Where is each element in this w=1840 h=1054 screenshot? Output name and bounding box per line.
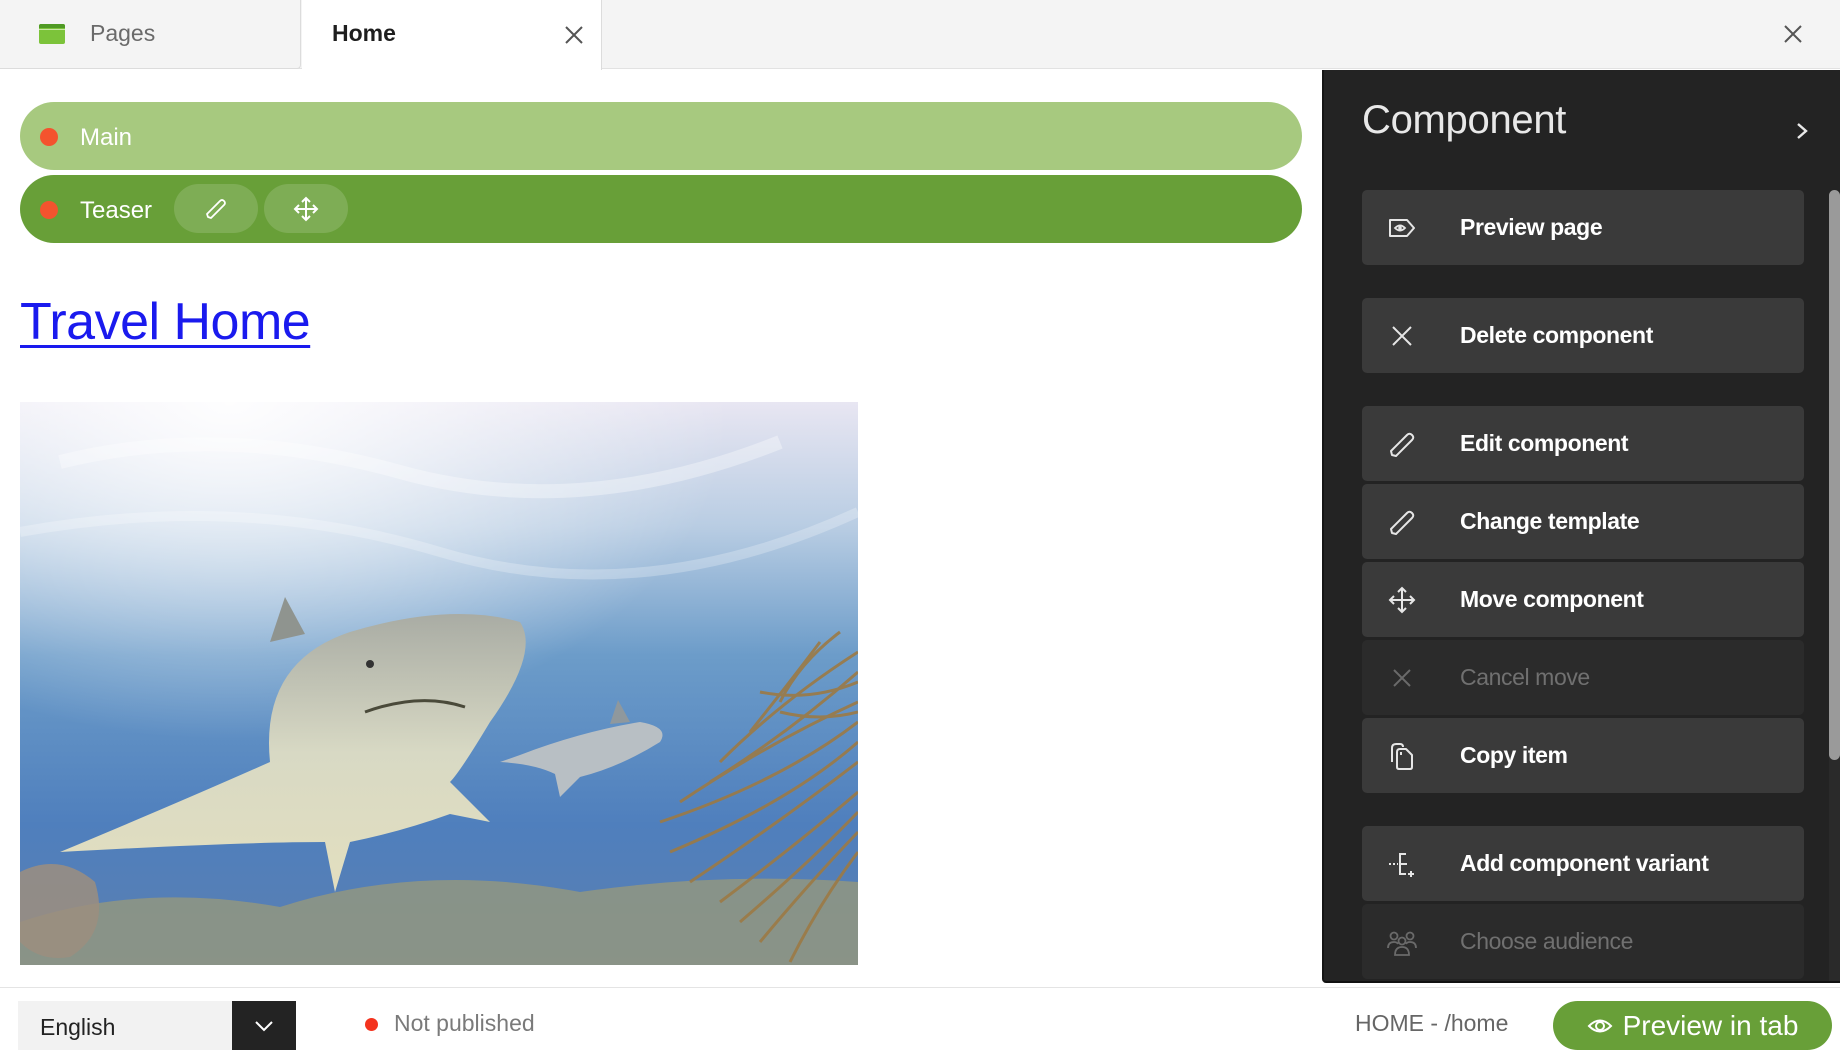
tab-home[interactable]: Home	[302, 0, 602, 70]
preview-page-label: Preview page	[1460, 214, 1603, 240]
area-label-main: Main	[80, 124, 133, 151]
publish-status: Not published	[394, 1010, 535, 1036]
cancel-move-label: Cancel move	[1460, 664, 1590, 690]
page-title-link[interactable]: Travel Home	[20, 292, 311, 352]
edit-component-button[interactable]	[174, 184, 258, 233]
component-bar-teaser[interactable]: Teaser	[20, 175, 1302, 243]
language-dropdown-button[interactable]	[232, 1001, 296, 1050]
edit-component-label: Edit component	[1460, 430, 1629, 456]
eye-icon	[1587, 1019, 1612, 1032]
change-template-label: Change template	[1460, 508, 1640, 534]
close-icon	[1392, 326, 1412, 346]
move-component-label: Move component	[1460, 586, 1644, 612]
preview-in-tab-label: Preview in tab	[1622, 1009, 1799, 1041]
status-dot	[40, 201, 58, 219]
audience-icon	[1387, 931, 1417, 956]
close-tab-icon[interactable]	[560, 21, 588, 49]
component-panel: Component Preview page Delete component …	[1322, 70, 1840, 983]
add-component-variant-button[interactable]: Add component variant	[1362, 826, 1804, 901]
preview-icon	[1389, 219, 1415, 237]
bottom-bar: English Not published HOME - /home Previ…	[0, 987, 1840, 1054]
choose-audience-button: Choose audience	[1362, 904, 1804, 979]
add-component-variant-label: Add component variant	[1460, 850, 1709, 876]
move-icon	[1388, 586, 1416, 614]
pencil-icon	[206, 198, 226, 219]
move-component-button[interactable]	[264, 184, 348, 233]
pages-icon	[39, 24, 65, 44]
move-icon	[293, 196, 319, 221]
move-component-menu-button[interactable]: Move component	[1362, 562, 1804, 637]
publish-status-dot	[365, 1018, 378, 1031]
tab-pages[interactable]: Pages	[0, 0, 301, 69]
hero-image	[20, 402, 858, 965]
delete-component-label: Delete component	[1460, 322, 1653, 348]
chevron-right-icon[interactable]	[1790, 116, 1814, 146]
change-template-button[interactable]: Change template	[1362, 484, 1804, 559]
chevron-down-icon	[255, 1020, 273, 1031]
copy-icon	[1391, 743, 1413, 770]
tab-pages-label: Pages	[90, 20, 156, 46]
language-value: English	[40, 1014, 116, 1040]
variant-icon	[1389, 853, 1414, 877]
close-window-icon[interactable]	[1778, 19, 1808, 49]
tab-home-label: Home	[332, 20, 396, 46]
edit-component-menu-button[interactable]: Edit component	[1362, 406, 1804, 481]
page-path: HOME - /home	[1355, 1010, 1509, 1036]
close-icon	[1393, 669, 1411, 687]
language-select[interactable]: English	[18, 1001, 296, 1050]
choose-audience-label: Choose audience	[1460, 928, 1634, 954]
copy-item-button[interactable]: Copy item	[1362, 718, 1804, 793]
cancel-move-button: Cancel move	[1362, 640, 1804, 715]
area-bar-main[interactable]: Main	[20, 102, 1302, 170]
copy-item-label: Copy item	[1460, 742, 1568, 768]
delete-component-button[interactable]: Delete component	[1362, 298, 1804, 373]
panel-title: Component	[1362, 98, 1567, 142]
panel-scrollbar-thumb[interactable]	[1829, 190, 1840, 760]
preview-page-button[interactable]: Preview page	[1362, 190, 1804, 265]
pencil-icon	[1390, 432, 1415, 457]
pencil-icon	[1390, 510, 1415, 535]
component-label-teaser: Teaser	[80, 197, 153, 224]
panel-action-list: Preview page Delete component Edit compo…	[1362, 190, 1804, 981]
preview-in-tab-button[interactable]: Preview in tab	[1553, 1001, 1832, 1050]
tab-bar: Pages Home	[0, 0, 1840, 70]
status-dot	[40, 128, 58, 146]
